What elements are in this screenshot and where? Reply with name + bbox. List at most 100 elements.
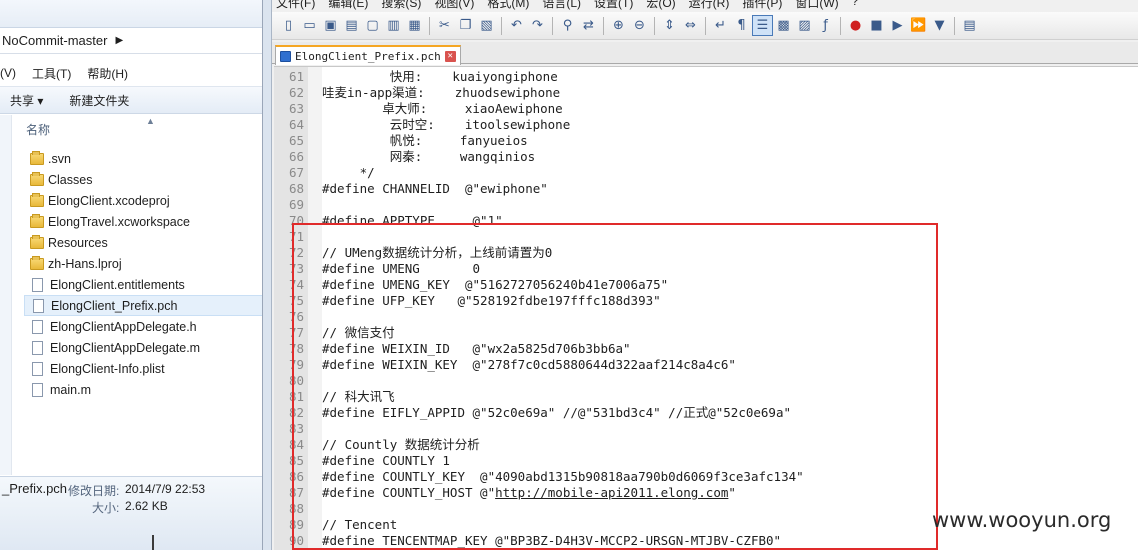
code-line: 64 云时空: itoolsewiphone (274, 117, 1138, 133)
play-multi-icon[interactable]: ⏩ (908, 15, 929, 36)
navigation-pane-edge (0, 115, 12, 475)
folder-item[interactable]: Classes (24, 169, 262, 190)
address-bar[interactable]: NoCommit-master ▶ (0, 28, 262, 54)
indent-guide-icon[interactable]: ☰ (752, 15, 773, 36)
wrap-icon[interactable]: ↵ (710, 15, 731, 36)
file-item[interactable]: ElongClient-Info.plist (24, 358, 262, 379)
close-all-icon[interactable]: ▥ (383, 15, 404, 36)
new-folder-button[interactable]: 新建文件夹 (69, 92, 129, 109)
file-name: Classes (48, 172, 93, 187)
column-header-name[interactable]: 名称 ▲ (22, 116, 262, 142)
details-size-label: 大小: (92, 501, 120, 515)
print-icon[interactable]: ▦ (404, 15, 425, 36)
file-name: .svn (48, 151, 71, 166)
file-item[interactable]: ElongClientAppDelegate.h (24, 316, 262, 337)
all-chars-icon[interactable]: ¶ (731, 15, 752, 36)
file-item[interactable]: ElongClientAppDelegate.m (24, 337, 262, 358)
editor-menu-item[interactable]: ? (852, 0, 859, 10)
line-number: 86 (288, 469, 304, 484)
share-button[interactable]: 共享 ▾ (10, 92, 43, 109)
menu-view[interactable]: (V) (0, 66, 16, 80)
sort-ascending-icon: ▲ (146, 116, 155, 126)
folder-item[interactable]: zh-Hans.lproj (24, 253, 262, 274)
line-text: #define UFP_KEY @"528192fdbe197fffc188d3… (322, 293, 661, 308)
line-number: 66 (288, 149, 304, 164)
save-icon[interactable]: ▣ (320, 15, 341, 36)
breadcrumb-arrow-icon[interactable]: ▶ (115, 35, 123, 46)
screenshot-root: NoCommit-master ▶ (V) 工具(T) 帮助(H) 共享 ▾ 新… (0, 0, 1138, 550)
file-icon (32, 277, 43, 292)
toolbar-separator (501, 16, 502, 35)
editor-menu-item[interactable]: 视图(V) (434, 0, 474, 10)
new-icon[interactable]: ▯ (278, 15, 299, 36)
editor-menu-item[interactable]: 文件(F) (276, 0, 315, 10)
tab-elongclient-prefix[interactable]: ElongClient_Prefix.pch ✕ (275, 45, 461, 65)
code-line: 72 // UMeng数据统计分析，上线前请置为0 (274, 245, 1138, 261)
code-line: 85 #define COUNTLY 1 (274, 453, 1138, 469)
sync-h-icon[interactable]: ⇔ (680, 15, 701, 36)
func-list-icon[interactable]: ƒ (815, 15, 836, 36)
line-text: // 微信支付 (322, 325, 395, 340)
paste-icon[interactable]: ▧ (476, 15, 497, 36)
redo-icon[interactable]: ↷ (527, 15, 548, 36)
code-line: 90 #define TENCENTMAP_KEY @"BP3BZ-D4H3V-M… (274, 533, 1138, 549)
open-icon[interactable]: ▭ (299, 15, 320, 36)
code-url-link[interactable]: http://mobile-api2011.elong.com (495, 485, 728, 500)
close-icon[interactable]: ▢ (362, 15, 383, 36)
save-all-icon[interactable]: ▤ (341, 15, 362, 36)
copy-icon[interactable]: ❐ (455, 15, 476, 36)
file-name: main.m (50, 382, 91, 397)
record-icon[interactable]: ● (845, 15, 866, 36)
menu-tools[interactable]: 工具(T) (32, 65, 71, 82)
watermark: www.wooyun.org (932, 508, 1112, 532)
zoom-out-icon[interactable]: ⊖ (629, 15, 650, 36)
folder-item[interactable]: .svn (24, 148, 262, 169)
editor-menu-item[interactable]: 运行(R) (689, 0, 730, 10)
cut-icon[interactable]: ✂ (434, 15, 455, 36)
folder-item[interactable]: ElongTravel.xcworkspace (24, 211, 262, 232)
breadcrumb[interactable]: NoCommit-master (0, 33, 107, 48)
zoom-in-icon[interactable]: ⊕ (608, 15, 629, 36)
editor-menu-item[interactable]: 插件(P) (742, 0, 782, 10)
file-item[interactable]: ElongClient_Prefix.pch (24, 295, 262, 316)
editor-menu-item[interactable]: 设置(T) (594, 0, 633, 10)
line-text: #define EIFLY_APPID @"52c0e69a" //@"531b… (322, 405, 792, 420)
splitter-handle[interactable] (152, 535, 154, 550)
column-header-label: 名称 (26, 122, 51, 137)
editor-menu-item[interactable]: 搜索(S) (381, 0, 421, 10)
user-lang-icon[interactable]: ▩ (773, 15, 794, 36)
line-text: 帆悦: fanyueios (322, 133, 528, 148)
line-text: 快用: kuaiyongiphone (322, 69, 558, 84)
find-icon[interactable]: ⚲ (557, 15, 578, 36)
folder-icon (30, 150, 44, 165)
sync-v-icon[interactable]: ⇕ (659, 15, 680, 36)
file-name: ElongTravel.xcworkspace (48, 214, 190, 229)
code-line: 76 (274, 309, 1138, 325)
line-number: 63 (288, 101, 304, 116)
editor-menu-item[interactable]: 格式(M) (487, 0, 529, 10)
editor-toolbar: ▯ ▭ ▣ ▤ ▢ ▥ ▦ ✂ ❐ ▧ ↶ ↷ ⚲ ⇄ ⊕ ⊖ ⇕ ⇔ ↵ ¶ ☰ ▩ ▨ ƒ ● ■ ▶ ⏩ ▼ ▤ (272, 12, 1138, 40)
file-list: .svn Classes ElongClient.xcodeproj ElongTra… (24, 148, 262, 400)
doc-map-icon[interactable]: ▨ (794, 15, 815, 36)
editor-menu-item[interactable]: 语言(L) (542, 0, 581, 10)
play-icon[interactable]: ▶ (887, 15, 908, 36)
folder-icon (30, 192, 44, 207)
save-macro-icon[interactable]: ▼ (929, 15, 950, 36)
undo-icon[interactable]: ↶ (506, 15, 527, 36)
menu-help[interactable]: 帮助(H) (87, 65, 128, 82)
editor-menu-item[interactable]: 编辑(E) (328, 0, 368, 10)
file-item[interactable]: ElongClient.entitlements (24, 274, 262, 295)
line-number: 64 (288, 117, 304, 132)
file-item[interactable]: main.m (24, 379, 262, 400)
stop-icon[interactable]: ■ (866, 15, 887, 36)
editor-menu-item[interactable]: 宏(O) (646, 0, 675, 10)
folder-item[interactable]: ElongClient.xcodeproj (24, 190, 262, 211)
launch-icon[interactable]: ▤ (959, 15, 980, 36)
replace-icon[interactable]: ⇄ (578, 15, 599, 36)
tab-close-icon[interactable]: ✕ (444, 50, 456, 62)
code-editor[interactable]: 61 快用: kuaiyongiphone 62 哇麦in-app渠道: zhuod… (274, 66, 1138, 550)
line-number: 77 (288, 325, 304, 340)
editor-menu-item[interactable]: 窗口(W) (795, 0, 838, 10)
line-number: 84 (288, 437, 304, 452)
folder-item[interactable]: Resources (24, 232, 262, 253)
